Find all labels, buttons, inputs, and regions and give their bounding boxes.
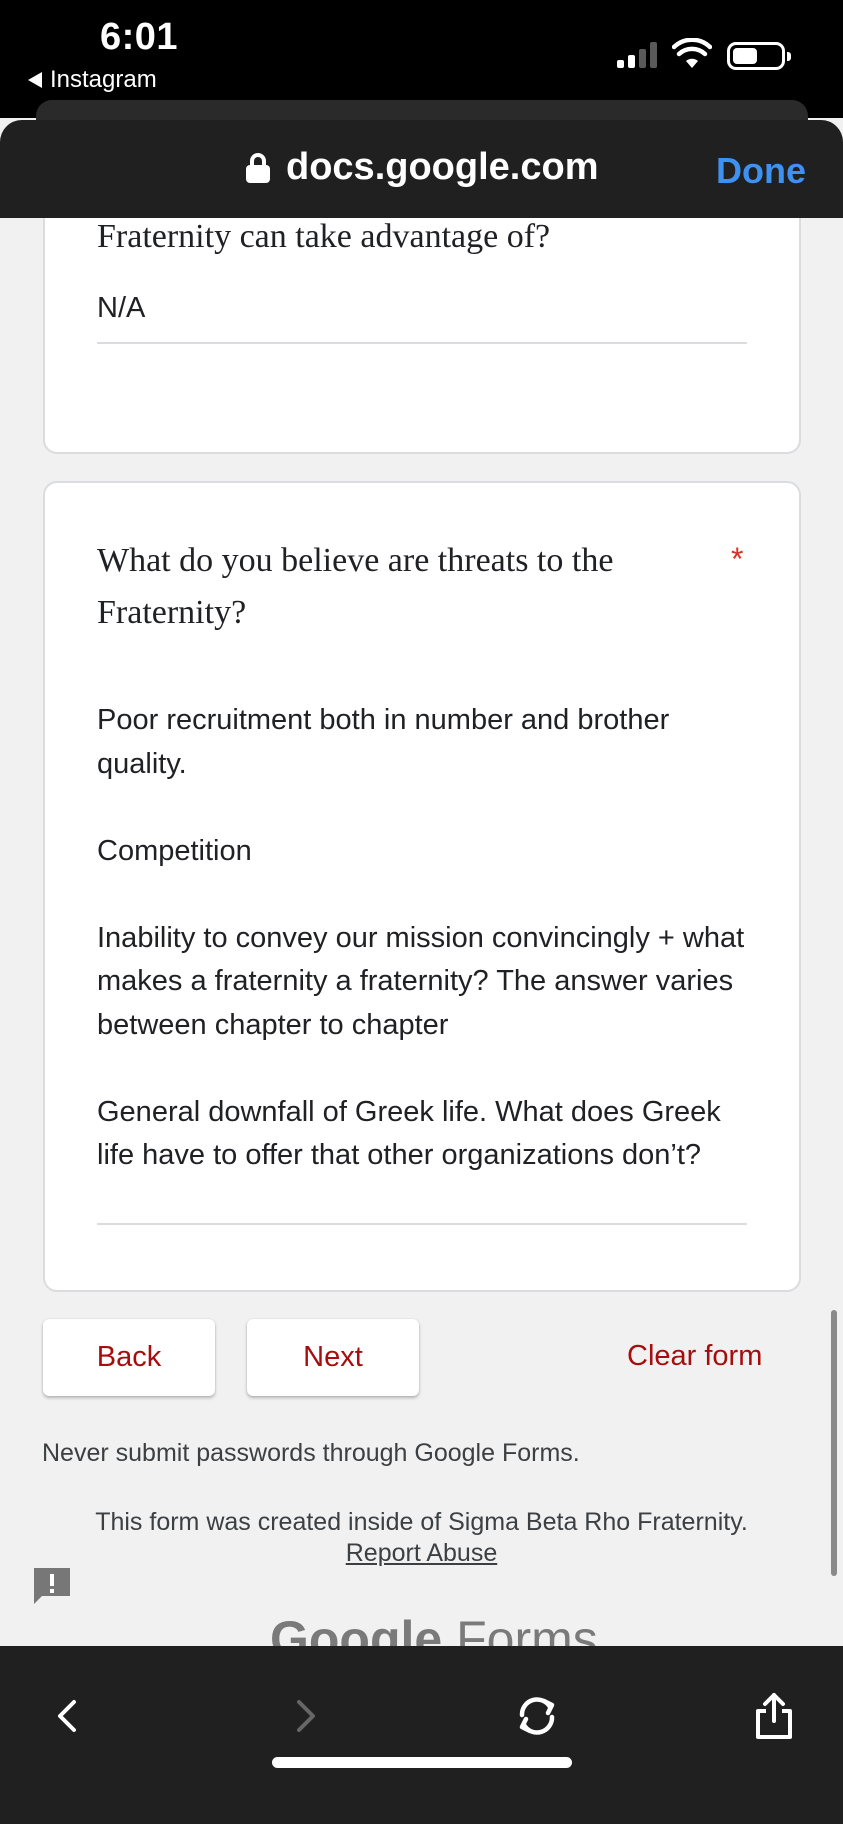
answer-field[interactable]: N/A — [97, 292, 145, 325]
wifi-icon — [672, 38, 712, 68]
back-arrow-icon[interactable] — [38, 1686, 98, 1746]
browser-toolbar — [0, 1646, 843, 1824]
question-card: Fraternity can take advantage of? N/A — [43, 218, 801, 454]
form-content: Fraternity can take advantage of? N/A Wh… — [0, 218, 843, 1646]
report-abuse-link[interactable]: Report Abuse — [0, 1539, 843, 1568]
question-card-threats: What do you believe are threats to the F… — [43, 481, 801, 1292]
next-button[interactable]: Next — [247, 1319, 419, 1396]
question-text: Fraternity can take advantage of? — [97, 218, 551, 255]
home-indicator[interactable] — [272, 1757, 572, 1768]
reload-icon[interactable] — [507, 1686, 567, 1746]
answer-paragraph: Competition — [97, 834, 252, 867]
google-forms-logo: Google Forms — [270, 1610, 598, 1646]
answer-paragraph: Poor recruitment both in number and brot… — [97, 704, 670, 780]
form-origin-note: This form was created inside of Sigma Be… — [95, 1508, 748, 1536]
url-text: docs.google.com — [286, 146, 599, 188]
share-icon[interactable] — [744, 1686, 804, 1746]
battery-icon — [727, 42, 791, 70]
lock-icon — [246, 152, 270, 183]
signal-icon — [617, 42, 657, 68]
clear-form-button[interactable]: Clear form — [627, 1340, 762, 1373]
answer-underline — [97, 1223, 747, 1225]
forms-wordmark: Forms — [456, 1611, 598, 1646]
answer-paragraph: General downfall of Greek life. What doe… — [97, 1095, 721, 1172]
status-time: 6:01 — [100, 16, 179, 58]
answer-underline — [97, 342, 747, 344]
scrollbar[interactable] — [831, 1310, 837, 1576]
password-warning: Never submit passwords through Google Fo… — [42, 1439, 580, 1467]
back-triangle-icon — [28, 72, 42, 88]
url-bar[interactable]: docs.google.com — [246, 146, 598, 189]
google-wordmark: Google — [270, 1611, 443, 1646]
required-asterisk: * — [731, 541, 744, 577]
feedback-icon[interactable] — [30, 1564, 74, 1608]
done-button[interactable]: Done — [716, 150, 806, 192]
back-button[interactable]: Back — [43, 1319, 215, 1396]
question-text: What do you believe are threats to the F… — [97, 542, 614, 631]
back-app-label: Instagram — [50, 66, 157, 93]
forward-arrow-icon[interactable] — [275, 1686, 335, 1746]
browser-header: docs.google.com Done — [0, 120, 843, 218]
answer-textarea[interactable]: Poor recruitment both in number and brot… — [97, 699, 747, 1178]
answer-paragraph: Inability to convey our mission convinci… — [97, 921, 745, 1041]
report-abuse-label: Report Abuse — [345, 1539, 498, 1567]
back-to-app-link[interactable]: Instagram — [28, 66, 157, 94]
